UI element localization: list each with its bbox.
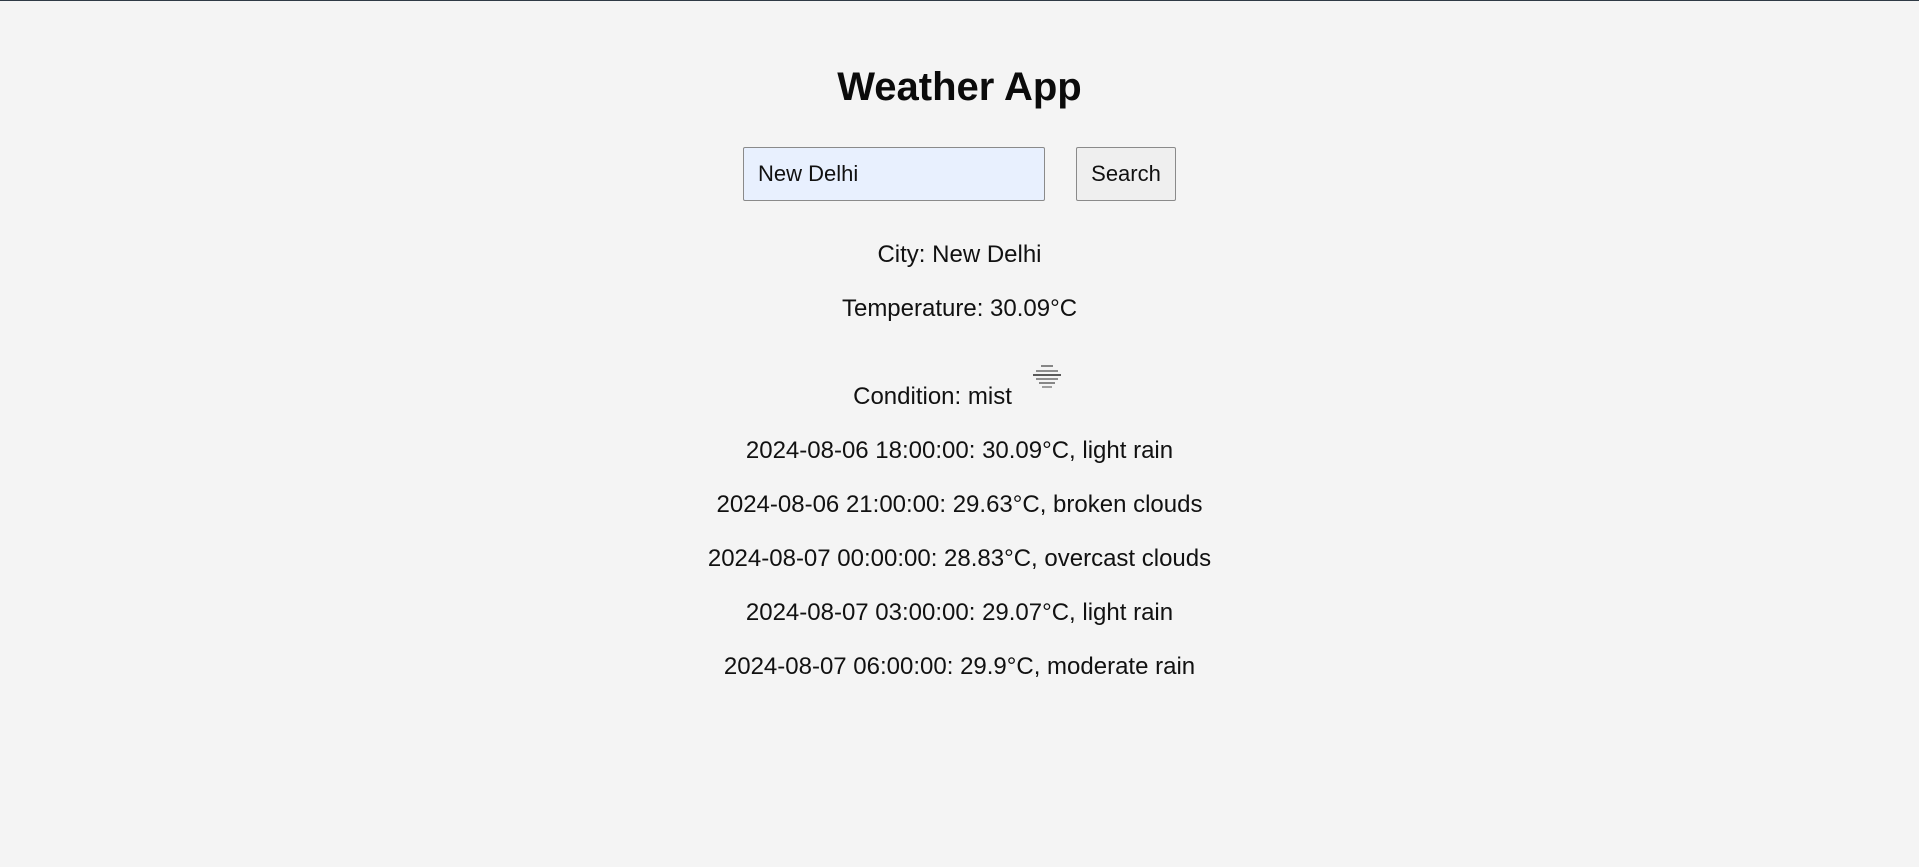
condition-label: Condition: mist <box>853 383 1012 410</box>
forecast-item: 2024-08-06 21:00:00: 29.63°C, broken clo… <box>716 491 1203 518</box>
city-label: City: New Delhi <box>877 241 1042 268</box>
search-bar: Search <box>0 147 1919 201</box>
forecast-list: 2024-08-06 18:00:00: 30.09°C, light rain… <box>0 437 1919 681</box>
temperature-label: Temperature: 30.09°C <box>841 295 1078 322</box>
forecast-item: 2024-08-07 06:00:00: 29.9°C, moderate ra… <box>723 653 1196 680</box>
mist-icon <box>1033 365 1061 388</box>
forecast-item: 2024-08-07 03:00:00: 29.07°C, light rain <box>745 599 1174 626</box>
page-title: Weather App <box>837 65 1082 109</box>
weather-app: Weather App Search City: New Delhi Tempe… <box>0 1 1919 681</box>
forecast-item: 2024-08-07 00:00:00: 28.83°C, overcast c… <box>707 545 1212 572</box>
city-search-input[interactable] <box>743 147 1045 201</box>
forecast-item: 2024-08-06 18:00:00: 30.09°C, light rain <box>745 437 1174 464</box>
search-button[interactable]: Search <box>1076 147 1176 201</box>
condition-row: Condition: mist <box>0 363 1919 411</box>
